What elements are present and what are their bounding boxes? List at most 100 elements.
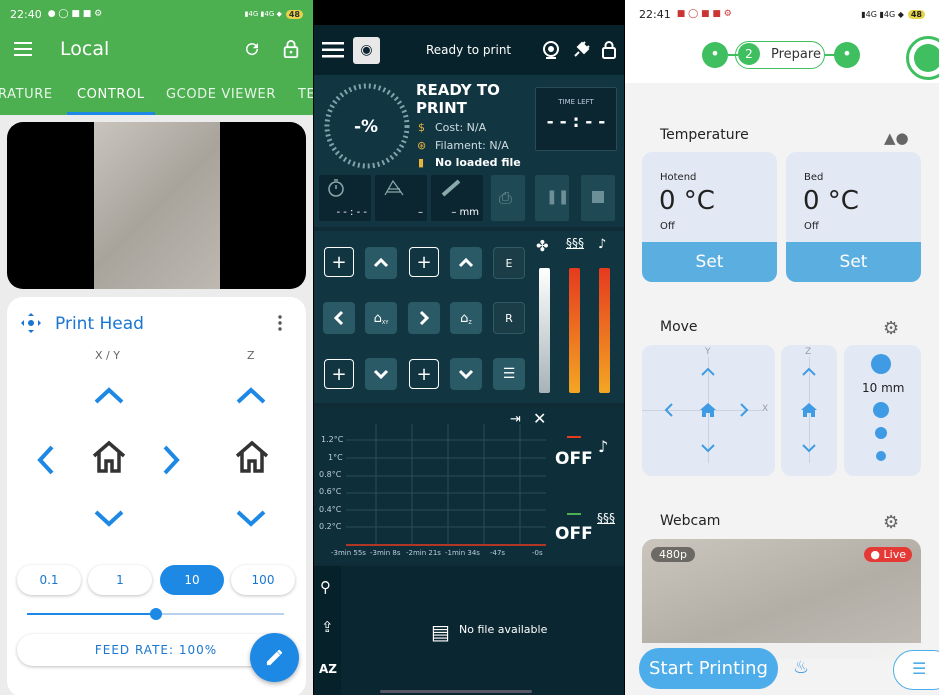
stop-icon [592, 191, 604, 203]
hotend-slider[interactable] [569, 268, 580, 393]
lock-icon[interactable] [283, 40, 299, 58]
move-y-up-button[interactable] [93, 385, 125, 405]
bell-icon[interactable]: ♪ [598, 237, 606, 252]
hotend-set-button[interactable]: Set [642, 242, 777, 282]
fan-slider[interactable] [539, 268, 550, 393]
distance-option-medium[interactable] [873, 402, 889, 418]
move-y-down-button[interactable] [700, 443, 716, 453]
move-z-down-button[interactable] [235, 509, 267, 529]
move-z-down-button[interactable] [450, 358, 482, 390]
more-vert-icon[interactable] [278, 315, 282, 331]
move-x-left-button[interactable] [664, 402, 674, 418]
flame-icon[interactable]: ♨ [793, 657, 809, 678]
files-section: ⚲ ⇪ AZ ▤ No file available [314, 566, 624, 695]
webcam-view[interactable] [7, 122, 306, 289]
plus-icon: + [416, 251, 432, 273]
distance-option-small[interactable] [875, 427, 887, 439]
pause-button[interactable]: ❚❚ [535, 175, 569, 221]
bed-slider[interactable] [599, 268, 610, 393]
step-chip-1[interactable]: 1 [88, 565, 152, 595]
step-3-dot[interactable]: • [834, 42, 860, 68]
distance-option-tiny[interactable] [876, 451, 886, 461]
slider-thumb[interactable] [149, 608, 162, 620]
step-chip-10[interactable]: 10 [160, 565, 224, 595]
step-1-dot[interactable]: • [702, 42, 728, 68]
tab-temperature[interactable]: RATURE [0, 87, 53, 102]
tab-terminal[interactable]: TE [298, 87, 313, 102]
bed-label: Bed [804, 172, 824, 183]
search-icon[interactable]: ⚲ [320, 578, 331, 596]
print-button[interactable]: ⎙ [491, 175, 525, 221]
step-plus-z-bottom[interactable]: + [409, 359, 439, 389]
tab-control[interactable]: CONTROL [77, 87, 145, 102]
retract-button[interactable]: R [493, 302, 525, 334]
home-z-button[interactable] [800, 402, 818, 418]
tab-gcode-viewer[interactable]: GCODE VIEWER [166, 87, 276, 102]
move-x-left-button[interactable] [323, 302, 355, 334]
ruler-icon [441, 179, 461, 197]
home-z-button[interactable]: ⌂ Z [450, 302, 482, 334]
refresh-icon[interactable] [243, 40, 261, 58]
move-z-up-button[interactable] [235, 385, 267, 405]
step-2-pill[interactable]: 2 Prepare [735, 41, 825, 69]
step-slider[interactable] [27, 608, 284, 620]
move-y-up-button[interactable] [700, 367, 716, 377]
move-z-up-button[interactable] [450, 247, 482, 279]
tune-button[interactable]: ☰ [493, 358, 525, 390]
step-plus-z-top[interactable]: + [409, 247, 439, 277]
fan-icon[interactable]: ✤ [536, 237, 549, 255]
edit-fab[interactable] [250, 633, 299, 682]
hotend-label: Hotend [660, 172, 697, 183]
home-xy-button[interactable] [91, 440, 127, 474]
signal-icon: ▮4G ▮4G ◆ [244, 10, 282, 18]
xy-move-pad: Y X [642, 345, 775, 476]
home-xy-button[interactable] [699, 402, 717, 418]
start-printing-button[interactable]: Start Printing [639, 648, 778, 689]
step-plus-xy-top[interactable]: + [324, 247, 354, 277]
move-x-right-button[interactable] [162, 444, 182, 476]
move-x-left-button[interactable] [35, 444, 55, 476]
no-files-text: No file available [459, 623, 548, 636]
move-z-up-button[interactable] [801, 367, 817, 377]
plug-icon[interactable] [572, 41, 590, 59]
move-z-down-button[interactable] [801, 443, 817, 453]
extrude-button[interactable]: E [493, 247, 525, 279]
dollar-icon: $ [418, 121, 425, 134]
height-box: – mm [431, 175, 483, 221]
upload-icon[interactable]: ⇪ [321, 618, 334, 636]
files-sidebar: ⚲ ⇪ AZ [314, 566, 341, 695]
menu-icon[interactable] [322, 42, 344, 58]
hotend-tile: Hotend 0 °C Off Set [642, 152, 777, 282]
home-xy-button[interactable]: ⌂ XY [365, 302, 397, 334]
heat-icon[interactable]: §§§ [566, 236, 584, 250]
shapes-icon[interactable]: ▲● [884, 129, 909, 147]
sort-az-icon[interactable]: AZ [319, 662, 337, 676]
step-chip-0-1[interactable]: 0.1 [17, 565, 81, 595]
extra-menu-button[interactable] [906, 36, 939, 80]
step-plus-xy-bottom[interactable]: + [324, 359, 354, 389]
print-head-card: Print Head X / Y Z 0.1 1 10 100 FEED RAT… [7, 297, 306, 695]
settings-icon[interactable]: ⚙ [883, 318, 899, 339]
stop-button[interactable] [581, 175, 615, 221]
home-z-button[interactable] [234, 440, 270, 474]
status-bar: 22:40 ● ◯ ■ ■ ⚙ ▮4G ▮4G ◆ 48 [0, 0, 313, 28]
bed-state: OFF [555, 524, 593, 544]
move-x-right-button[interactable] [408, 302, 440, 334]
distance-option-large[interactable] [871, 354, 891, 374]
move-x-right-button[interactable] [739, 402, 749, 418]
webcam-view[interactable]: 480p ● Live [642, 539, 921, 659]
lock-icon[interactable] [602, 41, 616, 59]
bed-set-button[interactable]: Set [786, 242, 921, 282]
webcam-icon[interactable] [542, 41, 560, 59]
move-y-up-button[interactable] [365, 247, 397, 279]
resolution-badge[interactable]: 480p [651, 547, 695, 562]
step-chip-100[interactable]: 100 [231, 565, 295, 595]
move-y-down-button[interactable] [93, 509, 125, 529]
battery-indicator: 48 [285, 9, 303, 19]
move-y-down-button[interactable] [365, 358, 397, 390]
y-axis-label: Y [705, 347, 711, 357]
menu-button[interactable]: ☰ [893, 650, 939, 690]
settings-icon[interactable]: ⚙ [883, 512, 899, 533]
card-title: Print Head [55, 314, 144, 334]
menu-icon[interactable] [14, 42, 32, 56]
